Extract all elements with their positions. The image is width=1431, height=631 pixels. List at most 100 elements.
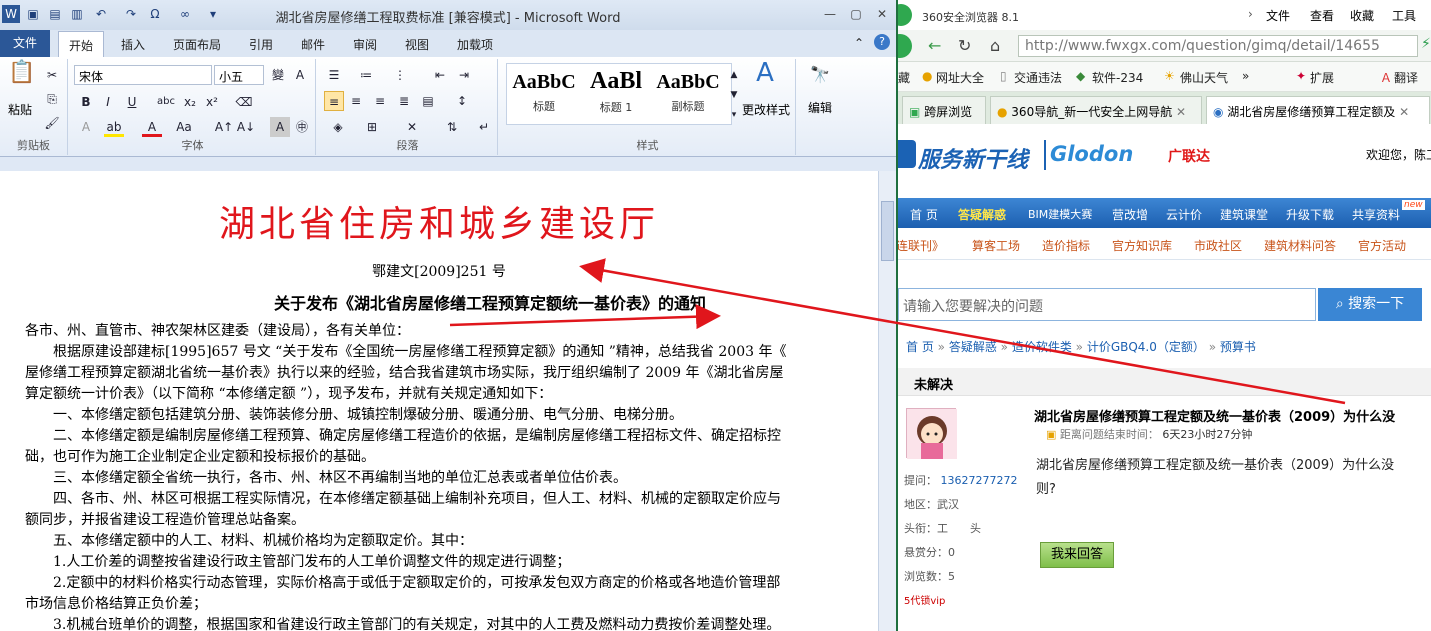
menu-favorites[interactable]: 收藏 bbox=[1350, 7, 1374, 24]
justify-icon[interactable]: ≣ bbox=[394, 91, 414, 111]
style-heading[interactable]: AaBbC 标题 bbox=[510, 65, 578, 121]
tab-file[interactable]: 文件 bbox=[0, 30, 50, 57]
align-right-icon[interactable]: ≡ bbox=[370, 91, 390, 111]
bookmark-item[interactable]: 佛山天气 bbox=[1180, 69, 1228, 86]
home-icon[interactable]: ⌂ bbox=[990, 36, 1000, 55]
paste-icon[interactable]: 📋 bbox=[8, 62, 35, 93]
nav-class[interactable]: 建筑课堂 bbox=[1220, 206, 1268, 223]
find-icon[interactable]: 🔭 bbox=[810, 65, 830, 85]
answer-button[interactable]: 我来回答 bbox=[1040, 542, 1114, 568]
nav-bim[interactable]: BIM建模大赛 bbox=[1028, 206, 1092, 222]
close-tab-icon[interactable]: ✕ bbox=[1399, 105, 1409, 119]
question-search-input[interactable]: 请输入您要解决的问题 bbox=[898, 288, 1316, 321]
align-center-icon[interactable]: ≡ bbox=[346, 91, 366, 111]
maximize-icon[interactable]: ▢ bbox=[846, 6, 866, 22]
distribute-icon[interactable]: ▤ bbox=[418, 91, 438, 111]
document-page[interactable]: 湖北省住房和城乡建设厅 鄂建文[2009]251 号 关于发布《湖北省房屋修缮工… bbox=[0, 171, 878, 631]
underline-icon[interactable]: U bbox=[122, 92, 142, 112]
gallery-more-icon[interactable]: ▾ bbox=[728, 105, 740, 125]
tab-addins[interactable]: 加载项 bbox=[457, 36, 493, 53]
bullets-icon[interactable]: ☰ bbox=[324, 65, 344, 85]
subscript-icon[interactable]: x₂ bbox=[180, 92, 200, 112]
close-tab-icon[interactable]: ✕ bbox=[1176, 105, 1186, 119]
clear-format-icon[interactable]: ⌫ bbox=[234, 92, 254, 112]
tab-cross-screen[interactable]: ▣ 跨屏浏览 bbox=[902, 96, 986, 124]
align-left-icon[interactable]: ≡ bbox=[324, 91, 344, 111]
nav-cloud[interactable]: 云计价 bbox=[1166, 206, 1202, 223]
tab-references[interactable]: 引用 bbox=[249, 36, 273, 53]
cut-icon[interactable]: ✂ bbox=[42, 65, 62, 85]
tab-current-question[interactable]: ◉ 湖北省房屋修缮预算工程定额及 ✕ bbox=[1206, 96, 1430, 124]
phonetic-guide-icon[interactable]: 變 bbox=[268, 65, 288, 85]
tab-mailings[interactable]: 邮件 bbox=[301, 36, 325, 53]
help-icon[interactable]: ? bbox=[874, 34, 890, 50]
bold-icon[interactable]: B bbox=[76, 92, 96, 112]
editing-button[interactable]: 编辑 bbox=[808, 99, 832, 116]
borders-icon[interactable]: ⊞ bbox=[362, 117, 382, 137]
nav-share[interactable]: 共享资料 bbox=[1352, 206, 1400, 223]
bookmarks-label[interactable]: 藏 bbox=[898, 69, 910, 86]
font-name-combo[interactable]: 宋体 bbox=[74, 65, 212, 85]
tab-review[interactable]: 审阅 bbox=[353, 36, 377, 53]
vertical-scrollbar[interactable] bbox=[878, 171, 896, 631]
italic-icon[interactable]: I bbox=[98, 92, 118, 112]
style-heading-1[interactable]: AaBl 标题 1 bbox=[582, 65, 650, 121]
welcome-text[interactable]: 欢迎您，陈工 bbox=[1366, 146, 1431, 163]
bookmark-item[interactable]: 交通违法 bbox=[1014, 69, 1062, 86]
ribbon-collapse-icon[interactable]: ⌃ bbox=[854, 36, 864, 50]
text-effects-icon[interactable]: A bbox=[76, 117, 96, 137]
search-button[interactable]: ⌕ 搜索一下 bbox=[1318, 288, 1422, 321]
gallery-up-icon[interactable]: ▲ bbox=[728, 65, 740, 85]
chinese-layout-icon[interactable]: ✕ bbox=[402, 117, 422, 137]
paste-button[interactable]: 粘贴 bbox=[8, 101, 32, 118]
nav-home[interactable]: 首 页 bbox=[910, 206, 938, 223]
line-spacing-icon[interactable]: ↕ bbox=[452, 91, 472, 111]
crumb-item[interactable]: 预算书 bbox=[1220, 340, 1256, 354]
bookmark-item[interactable]: 网址大全 bbox=[936, 69, 984, 86]
menu-tools[interactable]: 工具 bbox=[1392, 7, 1416, 24]
crumb-item[interactable]: 造价软件类 bbox=[1012, 340, 1072, 354]
increase-indent-icon[interactable]: ⇥ bbox=[454, 65, 474, 85]
shading-icon[interactable]: ◈ bbox=[328, 117, 348, 137]
show-marks-icon[interactable]: ↵ bbox=[474, 117, 494, 137]
tab-home[interactable]: 开始 bbox=[58, 31, 105, 57]
font-size-combo[interactable]: 小五 bbox=[214, 65, 264, 85]
tab-insert[interactable]: 插入 bbox=[121, 36, 145, 53]
subnav-item[interactable]: 官方知识库 bbox=[1112, 237, 1172, 254]
sort-icon[interactable]: ⇅ bbox=[442, 117, 462, 137]
subnav-item[interactable]: 造价指标 bbox=[1042, 237, 1090, 254]
refresh-icon[interactable]: ↻ bbox=[958, 36, 971, 55]
gallery-down-icon[interactable]: ▼ bbox=[728, 85, 740, 105]
multilevel-list-icon[interactable]: ⋮ bbox=[390, 65, 410, 85]
crumb-item[interactable]: 答疑解惑 bbox=[949, 340, 997, 354]
menu-file[interactable]: 文件 bbox=[1266, 7, 1290, 24]
nav-qa[interactable]: 答疑解惑 bbox=[958, 206, 1006, 223]
enclose-char-icon[interactable]: ㊥ bbox=[292, 117, 312, 137]
menu-view[interactable]: 查看 bbox=[1310, 7, 1334, 24]
subnav-item[interactable]: 市政社区 bbox=[1194, 237, 1242, 254]
subnav-item[interactable]: 连联刊》 bbox=[898, 237, 944, 254]
close-icon[interactable]: ✕ bbox=[872, 6, 892, 22]
tab-page-layout[interactable]: 页面布局 bbox=[173, 36, 221, 53]
more-bookmarks-icon[interactable]: » bbox=[1242, 69, 1249, 83]
decrease-indent-icon[interactable]: ⇤ bbox=[430, 65, 450, 85]
shrink-font-icon[interactable]: A↓ bbox=[236, 117, 256, 137]
strikethrough-icon[interactable]: abc bbox=[156, 92, 176, 112]
style-subtitle[interactable]: AaBbC 副标题 bbox=[654, 65, 722, 121]
superscript-icon[interactable]: x² bbox=[202, 92, 222, 112]
highlight-icon[interactable]: ab bbox=[104, 117, 124, 137]
avatar[interactable] bbox=[906, 408, 957, 459]
format-painter-icon[interactable]: 🖌 bbox=[42, 113, 62, 133]
copy-icon[interactable]: ⎘ bbox=[42, 89, 62, 109]
extension-button[interactable]: 扩展 bbox=[1310, 69, 1334, 86]
scroll-thumb[interactable] bbox=[881, 201, 894, 261]
crumb-item[interactable]: 首 页 bbox=[906, 340, 934, 354]
change-case-icon[interactable]: Aa bbox=[174, 117, 194, 137]
minimize-icon[interactable]: — bbox=[820, 6, 840, 22]
refresh-page-icon[interactable]: ⚡ bbox=[1421, 36, 1431, 52]
bookmark-item[interactable]: 软件-234 bbox=[1092, 69, 1143, 86]
numbering-icon[interactable]: ≔ bbox=[356, 65, 376, 85]
tab-360-nav[interactable]: ● 360导航_新一代安全上网导航 ✕ bbox=[990, 96, 1202, 124]
subnav-item[interactable]: 官方活动 bbox=[1358, 237, 1406, 254]
font-color-icon[interactable]: A bbox=[142, 117, 162, 137]
